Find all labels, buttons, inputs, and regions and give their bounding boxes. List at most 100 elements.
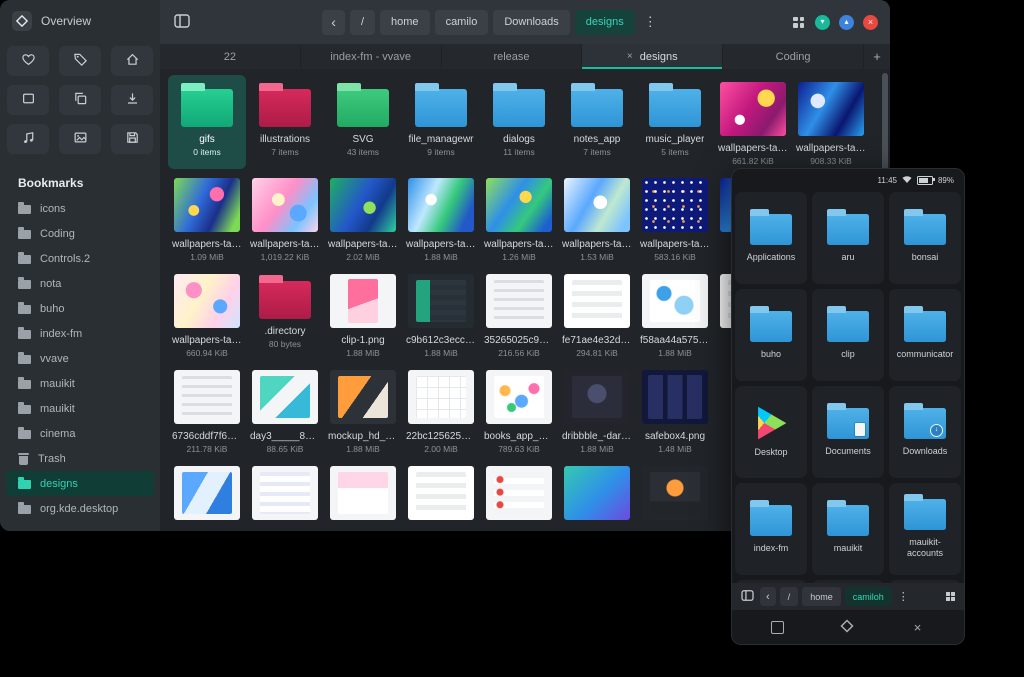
file-item[interactable]: wallpapers-tab...661.82 KiB — [714, 75, 792, 169]
mobile-folder-item-downloads[interactable]: Downloads — [889, 386, 961, 478]
breadcrumb-current[interactable]: designs — [575, 10, 635, 35]
music-button[interactable] — [7, 124, 49, 154]
file-item[interactable]: c9b612c3ecc3c...1.88 MiB — [402, 267, 480, 361]
file-item[interactable]: wallpapers-tab...583.16 KiB — [636, 171, 714, 265]
breadcrumb-root[interactable]: / — [350, 10, 375, 35]
file-item[interactable] — [324, 459, 402, 531]
file-item[interactable]: wallpapers-tab...1,019.22 KiB — [246, 171, 324, 265]
file-item[interactable]: f58aa44a5754...1.88 MiB — [636, 267, 714, 361]
mobile-folder-item[interactable]: mauikit-accounts — [889, 483, 961, 575]
mobile-breadcrumb-home[interactable]: home — [802, 587, 841, 606]
tab-22[interactable]: 22 — [160, 44, 301, 69]
file-item[interactable]: wallpapers-tab...908.33 KiB — [792, 75, 870, 169]
bookmark-item[interactable]: Coding — [6, 221, 154, 246]
tab-close-icon[interactable]: × — [627, 51, 633, 62]
bookmark-item[interactable]: index-fm — [6, 321, 154, 346]
file-item[interactable]: wallpapers-tab...660.94 KiB — [168, 267, 246, 361]
close-button[interactable]: × — [863, 15, 878, 30]
file-item[interactable] — [636, 459, 714, 531]
tab-release[interactable]: release — [442, 44, 583, 69]
mobile-folder-item-desktop[interactable]: Desktop — [735, 386, 807, 478]
file-item[interactable]: day3_____800_...88.65 KiB — [246, 363, 324, 457]
folder-item[interactable]: notes_app7 items — [558, 75, 636, 169]
file-item[interactable]: wallpapers-tab...2.02 MiB — [324, 171, 402, 265]
file-item[interactable]: fe71ae4e32dfb...294.81 KiB — [558, 267, 636, 361]
back-button[interactable]: ‹ — [322, 10, 345, 35]
bookmark-item-trash[interactable]: Trash — [6, 446, 154, 471]
mobile-folder-item-documents[interactable]: Documents — [812, 386, 884, 478]
favorites-button[interactable] — [7, 46, 49, 76]
file-item[interactable]: dribbble_-dark...1.88 MiB — [558, 363, 636, 457]
mobile-folder-item[interactable]: mauikit — [812, 483, 884, 575]
file-item[interactable]: mockup_hd_sc...1.88 MiB — [324, 363, 402, 457]
mobile-folder-item[interactable]: communicator — [889, 289, 961, 381]
mobile-breadcrumb-current[interactable]: camiloh — [845, 587, 892, 606]
minimize-button[interactable]: ▾ — [815, 15, 830, 30]
breadcrumb-downloads[interactable]: Downloads — [493, 10, 569, 35]
breadcrumb-home[interactable]: home — [380, 10, 430, 35]
tab-coding[interactable]: Coding — [723, 44, 864, 69]
bookmark-item[interactable]: buho — [6, 296, 154, 321]
bookmark-item[interactable]: org.kde.desktop — [6, 496, 154, 521]
mobile-sidebar-toggle-button[interactable] — [739, 587, 756, 606]
storage-button[interactable] — [111, 124, 153, 154]
nav-close-button[interactable]: × — [908, 619, 928, 636]
bookmark-item[interactable]: mauikit — [6, 396, 154, 421]
bookmark-item[interactable]: icons — [6, 196, 154, 221]
folder-item[interactable]: dialogs11 items — [480, 75, 558, 169]
view-toggle-button[interactable] — [791, 15, 806, 30]
tags-button[interactable] — [59, 46, 101, 76]
nav-app-logo-button[interactable] — [838, 617, 856, 638]
overflow-menu-button[interactable]: ⋮ — [640, 14, 661, 30]
file-item[interactable] — [402, 459, 480, 531]
sidebar-toggle-button[interactable] — [172, 12, 192, 33]
file-item[interactable]: wallpapers-tab...1.09 MiB — [168, 171, 246, 265]
pictures-button[interactable] — [59, 124, 101, 154]
bookmark-item[interactable]: cinema — [6, 421, 154, 446]
file-item[interactable]: 35265025c9bb...216.56 KiB — [480, 267, 558, 361]
folder-item[interactable]: music_player5 items — [636, 75, 714, 169]
mobile-folder-item[interactable]: Applications — [735, 192, 807, 284]
home-button[interactable] — [111, 46, 153, 76]
folder-item-gifs[interactable]: gifs0 items — [168, 75, 246, 169]
file-item[interactable] — [480, 459, 558, 531]
documents-button[interactable] — [59, 85, 101, 115]
mobile-folder-item[interactable]: aru — [812, 192, 884, 284]
mobile-folder-item[interactable]: clip — [812, 289, 884, 381]
apps-button[interactable] — [7, 85, 49, 115]
breadcrumb-user[interactable]: camilo — [435, 10, 489, 35]
folder-item[interactable]: SVG43 items — [324, 75, 402, 169]
mobile-back-button[interactable]: ‹ — [760, 587, 776, 606]
file-item[interactable]: books_app_19...789.63 KiB — [480, 363, 558, 457]
mobile-folder-item[interactable]: index-fm — [735, 483, 807, 575]
tab-designs[interactable]: ×designs — [582, 44, 723, 69]
file-item[interactable]: wallpapers-tab...1.26 MiB — [480, 171, 558, 265]
folder-item[interactable]: .directory80 bytes — [246, 267, 324, 361]
folder-item[interactable]: file_managewr9 items — [402, 75, 480, 169]
new-tab-button[interactable]: + — [864, 44, 890, 69]
file-item[interactable]: clip-1.png1.88 MiB — [324, 267, 402, 361]
bookmark-item[interactable]: mauikit — [6, 371, 154, 396]
mobile-breadcrumb-root[interactable]: / — [780, 587, 799, 606]
bookmark-item[interactable]: vvave — [6, 346, 154, 371]
folder-item[interactable]: illustrations7 items — [246, 75, 324, 169]
file-item[interactable] — [558, 459, 636, 531]
bookmark-item[interactable]: Controls.2 — [6, 246, 154, 271]
downloads-button[interactable] — [111, 85, 153, 115]
tab-index-fm-vvave[interactable]: index-fm - vvave — [301, 44, 442, 69]
file-item[interactable] — [246, 459, 324, 531]
mobile-folder-item[interactable]: bonsai — [889, 192, 961, 284]
mobile-view-toggle-button[interactable] — [944, 590, 957, 603]
nav-home-button[interactable] — [769, 619, 786, 636]
mobile-overflow-menu-button[interactable]: ⋮ — [896, 590, 911, 603]
bookmark-item-designs[interactable]: designs — [6, 471, 154, 496]
file-item[interactable] — [168, 459, 246, 531]
file-item[interactable]: safebox4.png1.48 MiB — [636, 363, 714, 457]
file-item[interactable]: 22bc12562509...2.00 MiB — [402, 363, 480, 457]
file-item[interactable]: wallpapers-tab...1.88 MiB — [402, 171, 480, 265]
file-item[interactable]: wallpapers-tab...1.53 MiB — [558, 171, 636, 265]
mobile-folder-item[interactable]: buho — [735, 289, 807, 381]
maximize-button[interactable]: ▴ — [839, 15, 854, 30]
bookmark-item[interactable]: nota — [6, 271, 154, 296]
file-item[interactable]: 6736cddf7f69b...211.78 KiB — [168, 363, 246, 457]
